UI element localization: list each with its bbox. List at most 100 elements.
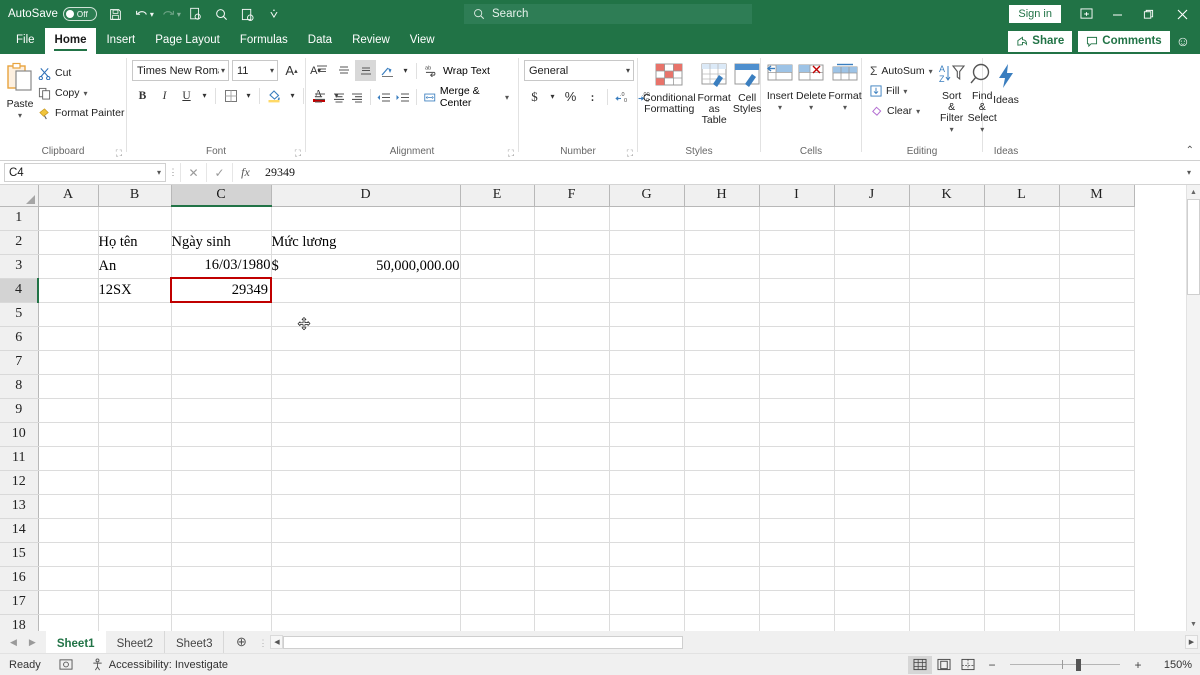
cell-h2[interactable] — [684, 230, 760, 255]
sheet-tab-sheet1[interactable]: Sheet1 — [45, 631, 106, 653]
cell-g10[interactable] — [609, 422, 685, 447]
comments-button[interactable]: Comments — [1078, 30, 1170, 52]
cell-h3[interactable] — [684, 254, 760, 279]
cell-e8[interactable] — [460, 374, 535, 399]
sheet-tab-sheet3[interactable]: Sheet3 — [165, 631, 225, 653]
wrap-text-button[interactable]: ab Wrap Text — [421, 64, 494, 77]
enter-icon[interactable]: ✓ — [206, 163, 232, 182]
cell-a11[interactable] — [38, 446, 99, 471]
percent-format-button[interactable]: % — [560, 86, 581, 107]
cell-c11[interactable] — [171, 446, 272, 471]
search-icon-toolbar[interactable] — [209, 2, 235, 26]
cell-j4[interactable] — [834, 278, 910, 303]
cell-b1[interactable] — [98, 206, 172, 231]
cell-f3[interactable] — [534, 254, 610, 279]
alignment-dialog-launcher[interactable]: ⛶ — [508, 148, 514, 159]
cell-c4-selected[interactable]: 29349 — [170, 277, 272, 303]
cell-a1[interactable] — [38, 206, 99, 231]
clear-button[interactable]: Clear ▾ — [867, 101, 936, 121]
cell-i4[interactable] — [759, 278, 835, 303]
minimize-icon[interactable] — [1102, 0, 1133, 28]
cell-l16[interactable] — [984, 566, 1060, 591]
cell-e10[interactable] — [460, 422, 535, 447]
cell-i5[interactable] — [759, 302, 835, 327]
cell-e4[interactable] — [460, 278, 535, 303]
cell-k1[interactable] — [909, 206, 985, 231]
ideas-button[interactable]: Ideas — [988, 60, 1024, 106]
add-sheet-icon[interactable]: ⊕ — [224, 631, 258, 653]
cell-e14[interactable] — [460, 518, 535, 543]
autosum-caret-icon[interactable]: ▾ — [929, 67, 933, 76]
cell-l6[interactable] — [984, 326, 1060, 351]
cell-m15[interactable] — [1059, 542, 1135, 567]
row-header-12[interactable]: 12 — [0, 470, 39, 495]
cell-c3[interactable]: 16/03/1980 — [171, 254, 272, 279]
cell-g14[interactable] — [609, 518, 685, 543]
next-sheet-icon[interactable]: ▶ — [29, 637, 36, 648]
cell-b15[interactable] — [98, 542, 172, 567]
cell-b13[interactable] — [98, 494, 172, 519]
cell-f4[interactable] — [534, 278, 610, 303]
tab-split-handle[interactable]: ⋮⋮ — [258, 638, 276, 648]
cell-k17[interactable] — [909, 590, 985, 615]
chevron-down-icon[interactable]: ▾ — [221, 66, 225, 75]
cell-m18[interactable] — [1059, 614, 1135, 631]
cell-l15[interactable] — [984, 542, 1060, 567]
sign-in-button[interactable]: Sign in — [1009, 5, 1061, 23]
previous-sheet-icon[interactable]: ◀ — [10, 637, 17, 648]
cell-g9[interactable] — [609, 398, 685, 423]
cell-h18[interactable] — [684, 614, 760, 631]
cell-i2[interactable] — [759, 230, 835, 255]
cell-b18[interactable] — [98, 614, 172, 631]
cell-i12[interactable] — [759, 470, 835, 495]
cell-d17[interactable] — [271, 590, 461, 615]
cell-g16[interactable] — [609, 566, 685, 591]
cell-d10[interactable] — [271, 422, 461, 447]
cell-e6[interactable] — [460, 326, 535, 351]
cell-f10[interactable] — [534, 422, 610, 447]
cell-h14[interactable] — [684, 518, 760, 543]
cell-c15[interactable] — [171, 542, 272, 567]
cell-j2[interactable] — [834, 230, 910, 255]
insert-cells-button[interactable]: Insert ▾ — [766, 60, 794, 113]
cell-d5[interactable] — [271, 302, 461, 327]
cell-d6[interactable] — [271, 326, 461, 351]
fill-caret-icon[interactable]: ▾ — [903, 87, 907, 96]
cell-j14[interactable] — [834, 518, 910, 543]
cell-l5[interactable] — [984, 302, 1060, 327]
cell-m3[interactable] — [1059, 254, 1135, 279]
cell-m16[interactable] — [1059, 566, 1135, 591]
cell-l1[interactable] — [984, 206, 1060, 231]
expand-formula-bar-icon[interactable]: ▾ — [1180, 168, 1198, 177]
cell-a8[interactable] — [38, 374, 99, 399]
cell-j3[interactable] — [834, 254, 910, 279]
normal-view-icon[interactable] — [908, 655, 932, 674]
cell-c6[interactable] — [171, 326, 272, 351]
cell-l11[interactable] — [984, 446, 1060, 471]
cell-d11[interactable] — [271, 446, 461, 471]
cell-b9[interactable] — [98, 398, 172, 423]
cell-b14[interactable] — [98, 518, 172, 543]
cell-a17[interactable] — [38, 590, 99, 615]
cell-m13[interactable] — [1059, 494, 1135, 519]
cell-c14[interactable] — [171, 518, 272, 543]
cell-k12[interactable] — [909, 470, 985, 495]
cell-c7[interactable] — [171, 350, 272, 375]
decrease-indent-icon[interactable] — [375, 87, 393, 108]
cell-l18[interactable] — [984, 614, 1060, 631]
column-header-h[interactable]: H — [684, 185, 760, 207]
scroll-left-icon[interactable]: ◀ — [270, 635, 284, 649]
font-name-combo[interactable]: Times New Roman ▾ — [132, 60, 229, 81]
cell-a7[interactable] — [38, 350, 99, 375]
cell-j6[interactable] — [834, 326, 910, 351]
cell-d12[interactable] — [271, 470, 461, 495]
cell-k9[interactable] — [909, 398, 985, 423]
cell-a9[interactable] — [38, 398, 99, 423]
row-header-1[interactable]: 1 — [0, 206, 39, 231]
paste-button[interactable]: Paste ▾ — [5, 60, 35, 121]
font-dialog-launcher[interactable]: ⛶ — [295, 148, 301, 159]
column-header-c[interactable]: C — [171, 185, 272, 207]
zoom-slider[interactable] — [1010, 656, 1120, 674]
cell-l9[interactable] — [984, 398, 1060, 423]
cell-k4[interactable] — [909, 278, 985, 303]
